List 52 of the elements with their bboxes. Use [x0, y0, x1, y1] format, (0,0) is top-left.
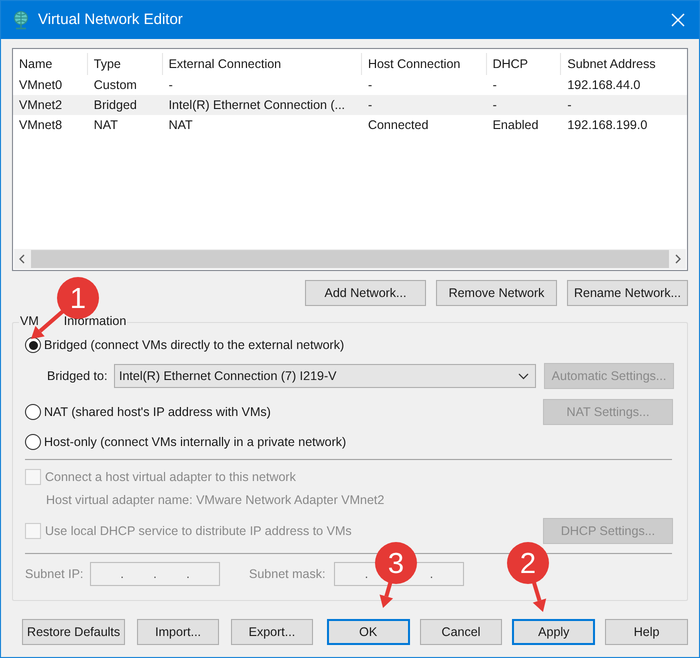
button[interactable]: OK	[326, 619, 410, 645]
table-cell-text: Enabled	[492, 116, 540, 134]
table-cell-text: VMnet2	[18, 96, 64, 114]
checkbox-label: Use local DHCP service to distribute IP address to VMs	[45, 522, 352, 540]
radio-label: NAT (shared host's IP address with VMs)	[44, 404, 271, 421]
button[interactable]: Cancel	[420, 619, 502, 645]
table-cell-text: VMnet0	[18, 76, 64, 94]
close-icon[interactable]	[671, 13, 685, 27]
button[interactable]: Import...	[137, 619, 219, 645]
table-cell-text: -	[366, 76, 374, 94]
window-title: Virtual Network Editor	[38, 10, 184, 30]
numbered-callout: 2	[507, 542, 549, 612]
adapter-name-text: Host virtual adapter name: VMware Network Adapter VMnet2	[45, 492, 386, 509]
table-cell-text: Intel(R) Ethernet Connection (...	[168, 96, 346, 114]
radio-button[interactable]	[25, 337, 41, 353]
column-header[interactable]: Subnet Address	[561, 53, 687, 75]
table-cell-text: 192.168.199.0	[566, 116, 648, 134]
table-cell-text: Bridged	[92, 96, 138, 114]
button[interactable]: Help	[605, 619, 688, 645]
button[interactable]: Restore Defaults	[22, 619, 126, 645]
table-cell-text: VMnet8	[18, 116, 64, 134]
radio-label: Bridged (connect VMs directly to the external network)	[44, 336, 344, 354]
table-cell-text: -	[366, 96, 374, 114]
field-label: Subnet mask:	[249, 566, 326, 583]
checkbox-label: Connect a host virtual adapter to this network	[45, 468, 296, 486]
radio-label: Host-only (connect VMs internally in a private network)	[44, 434, 346, 451]
field-label: Bridged to:	[47, 368, 108, 385]
table-cell-text: -	[168, 76, 174, 94]
adapter-dropdown[interactable]: Intel(R) Ethernet Connection (7) I219-V	[114, 364, 536, 388]
table-cell-text: -	[492, 76, 498, 94]
remove-network-button[interactable]: Remove Network	[436, 280, 557, 306]
table-cell-text: Custom	[92, 76, 138, 94]
button[interactable]: Export...	[231, 619, 313, 645]
add-network-button[interactable]: Add Network...	[305, 280, 426, 306]
table-cell-text: -	[492, 96, 498, 114]
table-row[interactable]: VMnet2 Bridged Intel(R) Ethernet Connection (... - - -	[13, 95, 687, 115]
radio-button[interactable]	[25, 434, 41, 450]
table-cell-text: NAT	[92, 116, 119, 134]
ip-address-field[interactable]: . . .	[90, 562, 220, 586]
rename-network-button[interactable]: Rename Network...	[567, 280, 688, 306]
table-cell-text: 192.168.44.0	[566, 76, 642, 94]
network-globe-icon	[12, 10, 30, 30]
button[interactable]: Apply	[512, 619, 596, 645]
field-label: Subnet IP:	[25, 566, 84, 583]
table-cell-text: Connected	[366, 116, 430, 134]
table-cell-text: NAT	[168, 116, 194, 134]
table-cell-text: -	[566, 96, 573, 114]
group-legend: Information	[64, 313, 126, 329]
group-legend: VM	[20, 313, 39, 329]
numbered-callout: 3	[375, 542, 417, 608]
radio-button[interactable]	[25, 404, 41, 420]
caret-icon	[518, 372, 529, 380]
